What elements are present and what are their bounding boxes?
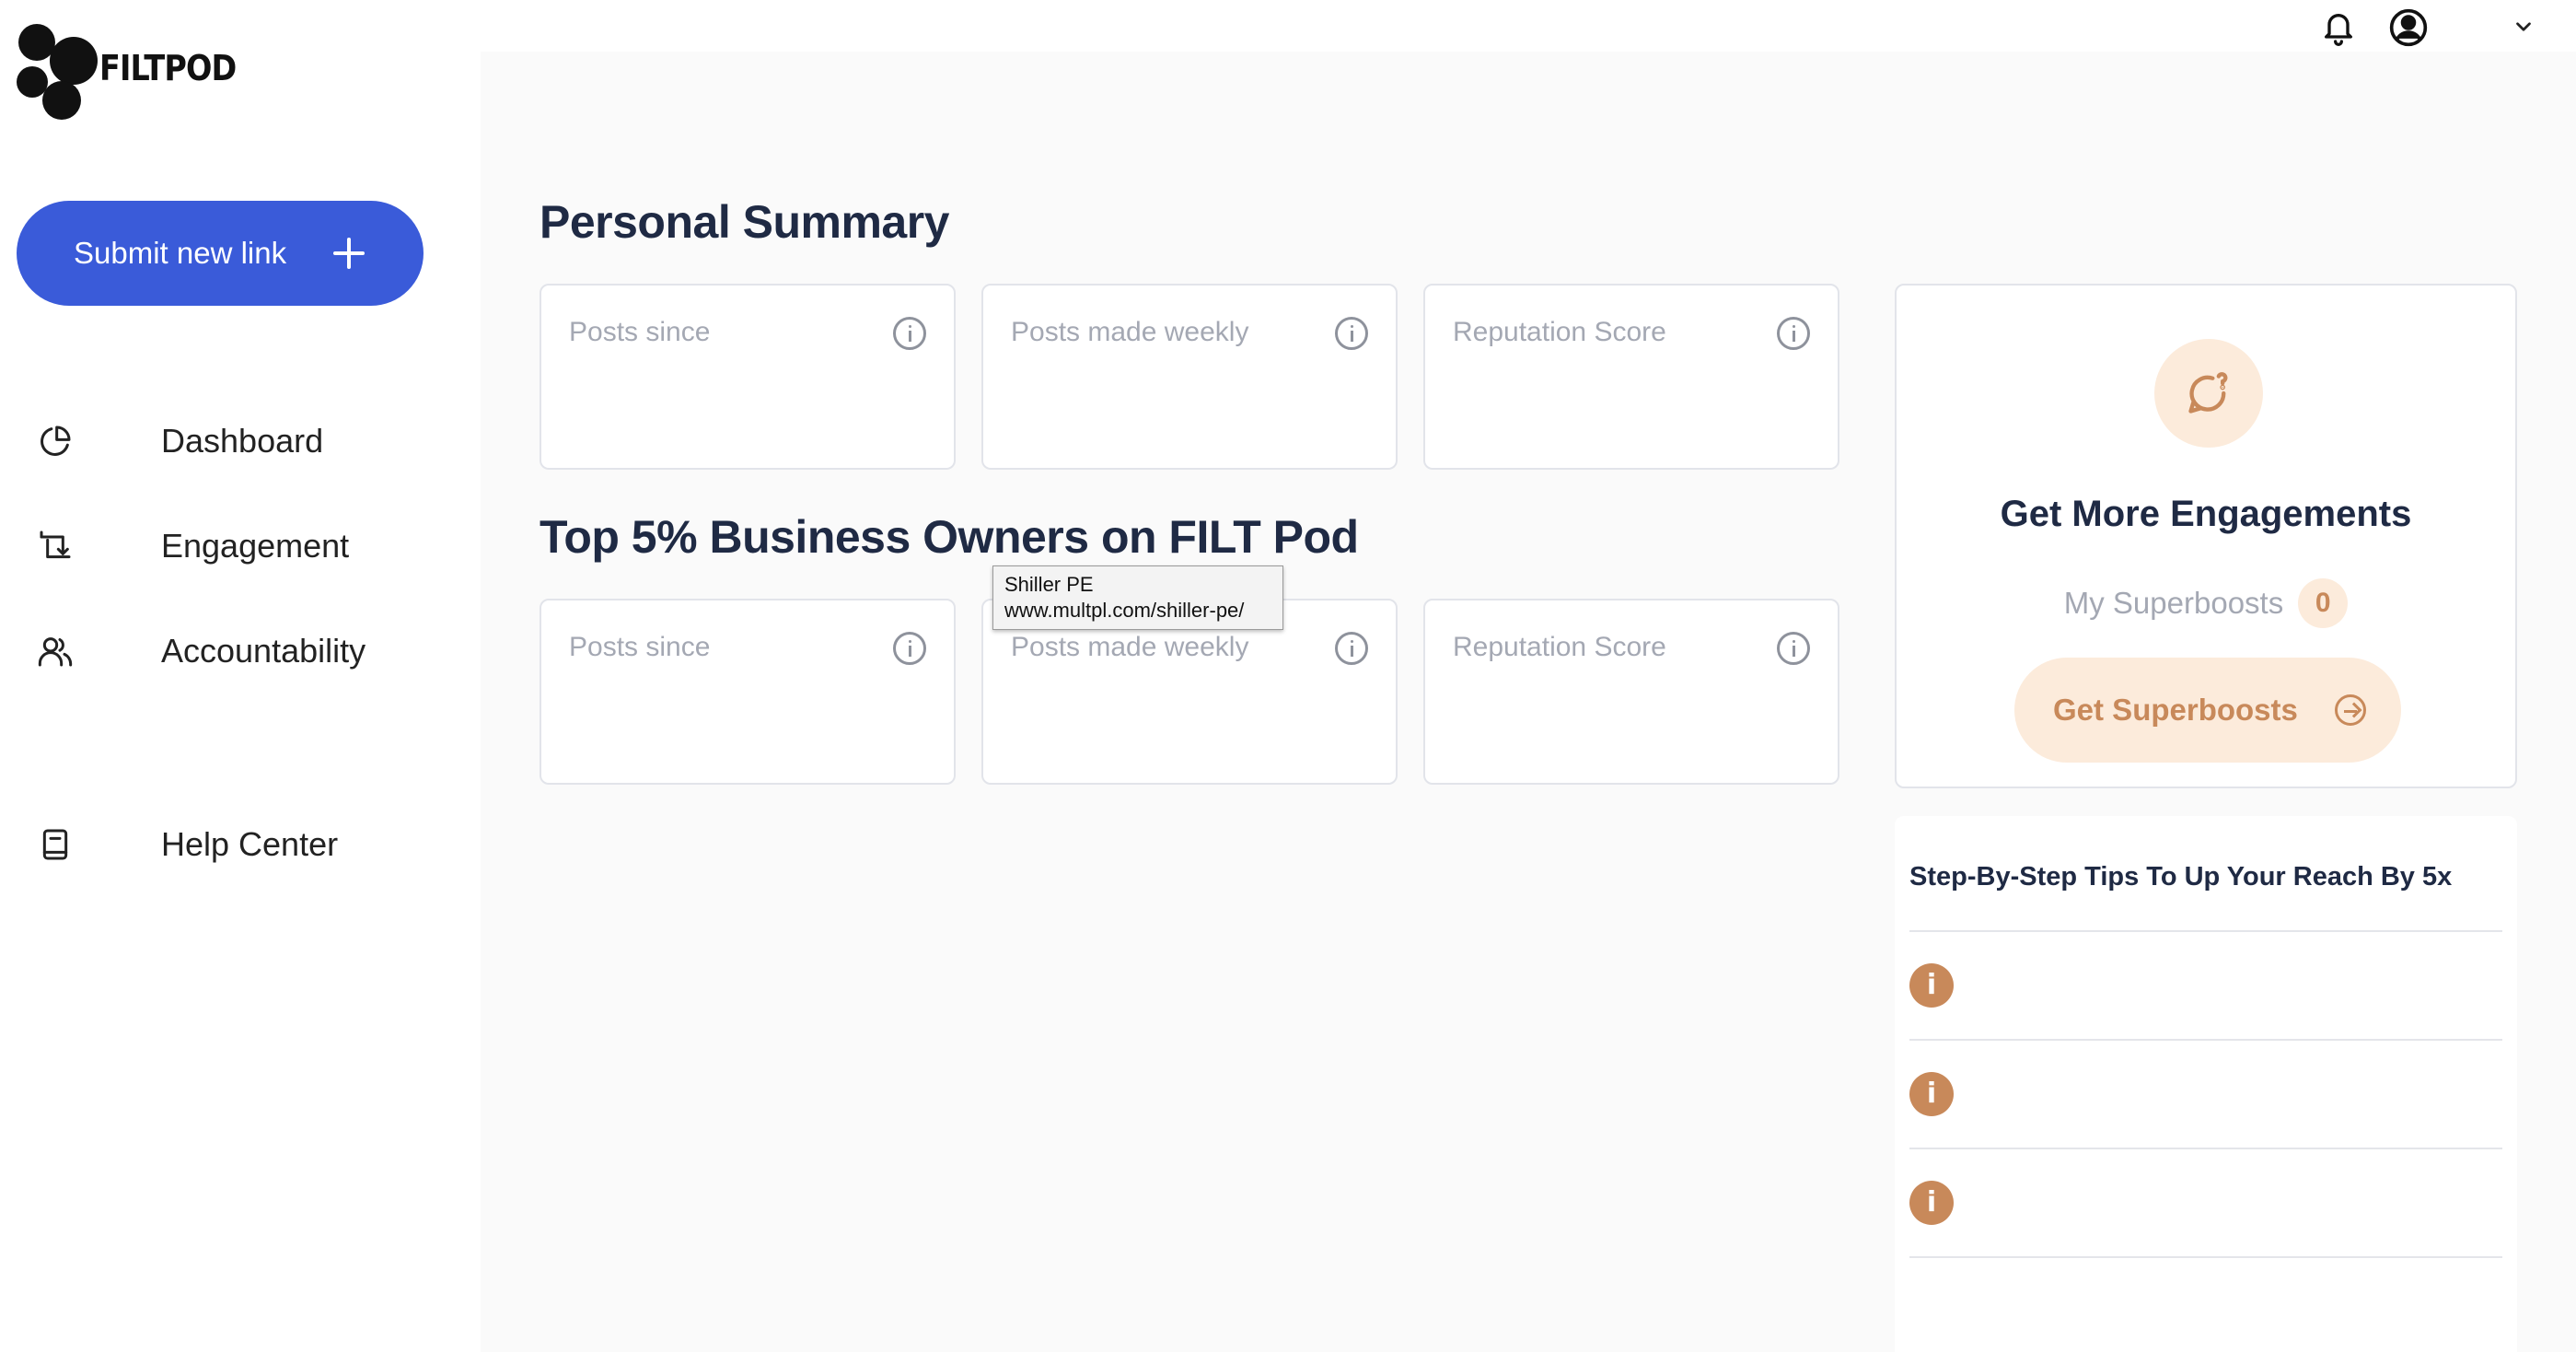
arrow-right-circle-icon xyxy=(2335,694,2366,726)
engagements-card: Get More Engagements My Superboosts 0 Ge… xyxy=(1895,284,2517,788)
sidebar: FILTPOD Submit new link Dashboard Engage… xyxy=(0,0,481,1352)
sidebar-item-label: Accountability xyxy=(161,632,366,670)
pie-chart-icon xyxy=(37,423,92,460)
logo-mark-icon xyxy=(17,24,98,120)
user-circle-icon[interactable] xyxy=(2388,7,2429,52)
get-superboosts-button[interactable]: Get Superboosts xyxy=(2014,658,2401,763)
brand-name: FILTPOD xyxy=(99,48,237,88)
card-label: Posts since xyxy=(569,317,711,347)
plus-icon xyxy=(330,234,368,273)
sidebar-item-help-center[interactable]: Help Center xyxy=(37,812,442,877)
link-tooltip: Shiller PE www.multpl.com/shiller-pe/ xyxy=(992,565,1283,630)
stat-card-reputation: Reputation Score xyxy=(1423,284,1839,470)
submit-new-link-label: Submit new link xyxy=(74,236,287,270)
sidebar-item-accountability[interactable]: Accountability xyxy=(37,619,442,683)
stat-card-posts-since: Posts since xyxy=(540,599,956,785)
card-label: Reputation Score xyxy=(1453,632,1666,662)
card-label: Posts made weekly xyxy=(1011,317,1249,347)
users-icon xyxy=(37,633,92,670)
stat-card-posts-weekly: Posts made weekly xyxy=(981,284,1398,470)
bell-icon[interactable] xyxy=(2320,7,2357,52)
chevron-down-icon[interactable] xyxy=(2512,15,2535,43)
info-icon[interactable] xyxy=(1335,317,1368,350)
submit-new-link-button[interactable]: Submit new link xyxy=(17,201,424,306)
info-icon[interactable] xyxy=(893,632,926,665)
info-icon[interactable] xyxy=(1777,317,1810,350)
sidebar-item-dashboard[interactable]: Dashboard xyxy=(37,409,442,473)
card-label: Posts made weekly xyxy=(1011,632,1249,662)
info-icon[interactable]: i xyxy=(1909,1072,1954,1116)
tips-title: Step-By-Step Tips To Up Your Reach By 5x xyxy=(1909,862,2453,892)
divider xyxy=(1909,1256,2502,1258)
sidebar-item-engagement[interactable]: Engagement xyxy=(37,514,442,578)
divider xyxy=(1909,1148,2502,1149)
sidebar-item-label: Engagement xyxy=(161,527,350,565)
tooltip-title: Shiller PE xyxy=(1004,573,1094,596)
card-label: Reputation Score xyxy=(1453,317,1666,347)
top-owners-title: Top 5% Business Owners on FILT Pod xyxy=(540,511,1359,563)
divider xyxy=(1909,930,2502,932)
info-icon[interactable]: i xyxy=(1909,963,1954,1008)
get-superboosts-label: Get Superboosts xyxy=(2053,693,2298,727)
superboosts-count-badge: 0 xyxy=(2298,578,2349,628)
info-icon[interactable] xyxy=(1777,632,1810,665)
card-label: Posts since xyxy=(569,632,711,662)
engagements-title: Get More Engagements xyxy=(2000,494,2412,534)
chat-question-icon xyxy=(2154,339,2263,448)
info-icon[interactable]: i xyxy=(1909,1181,1954,1225)
sidebar-item-label: Dashboard xyxy=(161,422,324,460)
superboosts-row: My Superboosts 0 xyxy=(1897,578,2515,628)
divider xyxy=(1909,1039,2502,1041)
top-bar xyxy=(481,0,2576,52)
stat-card-reputation: Reputation Score xyxy=(1423,599,1839,785)
superboosts-label: My Superboosts xyxy=(2063,586,2284,620)
stat-card-posts-since: Posts since xyxy=(540,284,956,470)
brand-logo[interactable]: FILTPOD xyxy=(17,24,255,120)
repeat-icon xyxy=(37,528,92,565)
book-icon xyxy=(37,826,92,863)
tips-card: Step-By-Step Tips To Up Your Reach By 5x… xyxy=(1895,816,2517,1352)
info-icon[interactable] xyxy=(1335,632,1368,665)
personal-summary-title: Personal Summary xyxy=(540,196,949,248)
info-icon[interactable] xyxy=(893,317,926,350)
tooltip-url: www.multpl.com/shiller-pe/ xyxy=(1004,599,1245,622)
sidebar-item-label: Help Center xyxy=(161,825,339,863)
